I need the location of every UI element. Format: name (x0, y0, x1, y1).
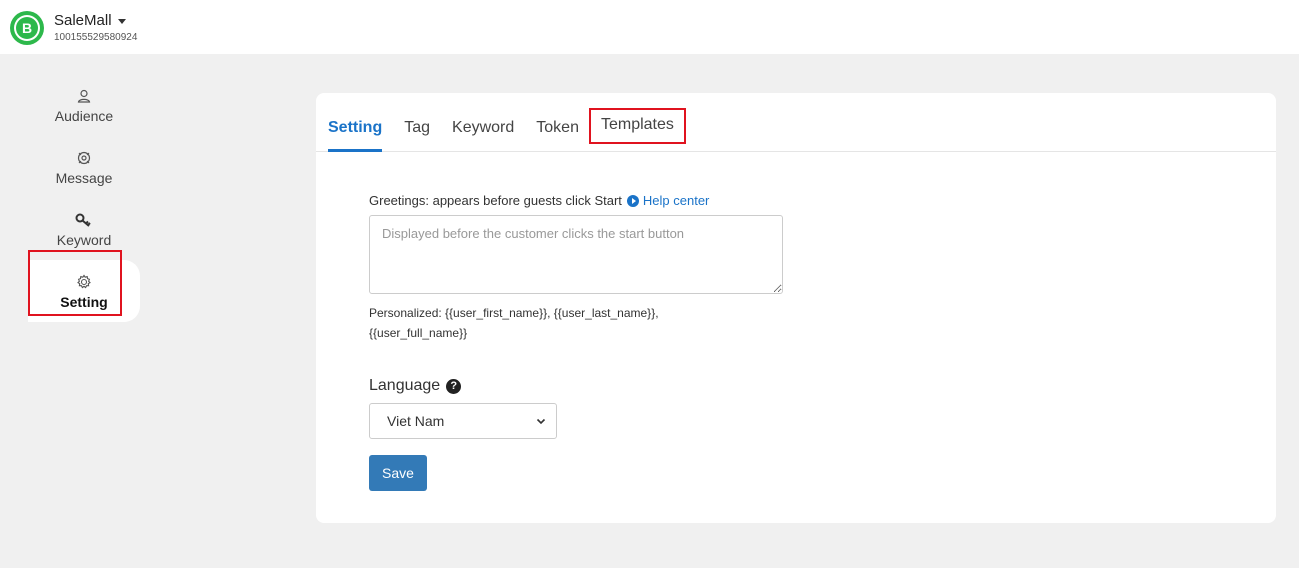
gear-icon (76, 272, 92, 292)
save-button[interactable]: Save (369, 455, 427, 491)
sidebar-item-label: Setting (60, 294, 108, 310)
language-label-row: Language ? (369, 377, 969, 395)
page-name[interactable]: SaleMall (54, 12, 112, 29)
message-icon (76, 148, 92, 168)
logo-letter: B (16, 17, 38, 39)
key-icon (75, 210, 93, 230)
sidebar-item-audience[interactable]: Audience (28, 74, 140, 136)
play-circle-icon (626, 194, 639, 207)
sidebar-item-label: Keyword (56, 232, 112, 248)
language-select[interactable]: Viet Nam (369, 403, 557, 439)
sidebar-item-keyword[interactable]: Keyword (28, 198, 140, 260)
tab-bar: Setting Tag Keyword Token Templates (316, 93, 1276, 152)
sidebar-item-setting[interactable]: Setting (28, 260, 140, 322)
tab-token[interactable]: Token (536, 119, 579, 151)
chevron-down-icon (536, 418, 546, 425)
question-circle-icon[interactable]: ? (446, 378, 462, 394)
top-bar: B SaleMall 100155529580924 (0, 0, 1299, 54)
sidebar-item-label: Message (55, 170, 113, 186)
greeting-textarea[interactable] (369, 215, 783, 294)
sidebar-item-message[interactable]: Message (28, 136, 140, 198)
tab-setting[interactable]: Setting (328, 119, 383, 152)
tab-templates[interactable]: Templates (588, 108, 686, 144)
page-id: 100155529580924 (54, 31, 138, 43)
page-logo-icon[interactable]: B (10, 11, 44, 45)
personalized-hint: Personalized: {{user_first_name}}, {{use… (369, 306, 659, 340)
sidebar-item-label: Audience (54, 108, 114, 124)
caret-down-icon[interactable] (117, 18, 126, 24)
settings-form: Greetings: appears before guests click S… (369, 193, 969, 491)
sidebar: Audience Message Keyword Setting (28, 74, 140, 322)
page-selector[interactable]: SaleMall 100155529580924 (54, 12, 137, 43)
help-center-label: Help center (642, 193, 710, 208)
settings-card: Setting Tag Keyword Token Templates Gree… (316, 93, 1276, 523)
tab-keyword[interactable]: Keyword (452, 119, 514, 151)
tab-tag[interactable]: Tag (404, 119, 430, 151)
help-center-link[interactable]: Help center (626, 193, 710, 208)
greeting-label-row: Greetings: appears before guests click S… (369, 193, 969, 208)
user-icon (77, 86, 91, 106)
language-selected-value: Viet Nam (387, 413, 445, 429)
greeting-label: Greetings: appears before guests click S… (369, 193, 622, 208)
language-label: Language (369, 377, 441, 394)
